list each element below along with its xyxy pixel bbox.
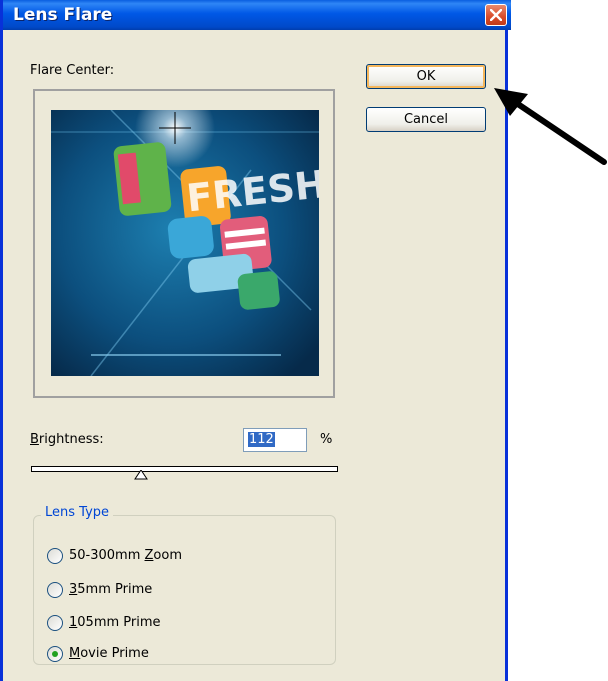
radio-circle[interactable] — [47, 646, 63, 662]
flare-preview-image[interactable]: FRESH — [51, 110, 319, 376]
radio-50-300mm-zoom[interactable]: 50-300mm Zoom — [47, 547, 347, 567]
percent-label: % — [320, 432, 333, 447]
radio-label: 105mm Prime — [69, 615, 161, 630]
radio-circle[interactable] — [47, 615, 63, 631]
flare-center-label: Flare Center: — [30, 63, 115, 78]
close-x-icon — [490, 9, 502, 21]
title-bar[interactable]: Lens Flare — [3, 0, 511, 30]
brightness-slider[interactable] — [31, 466, 338, 472]
radio-circle[interactable] — [47, 548, 63, 564]
radio-35mm-prime[interactable]: 35mm Prime — [47, 581, 347, 601]
lens-flare-dialog: Lens Flare Flare Center: FRESH OK Cancel… — [0, 0, 511, 681]
window-title: Lens Flare — [13, 5, 113, 25]
brightness-value: 112 — [248, 432, 275, 447]
close-button[interactable] — [485, 4, 507, 26]
cancel-button[interactable]: Cancel — [366, 107, 486, 132]
brightness-input[interactable]: 112 — [243, 428, 307, 452]
radio-circle[interactable] — [47, 582, 63, 598]
lens-type-legend: Lens Type — [41, 505, 114, 520]
radio-movie-prime[interactable]: Movie Prime — [47, 645, 347, 665]
ok-button[interactable]: OK — [366, 64, 486, 89]
brightness-label: Brightness: — [30, 432, 104, 447]
slider-thumb-icon[interactable] — [134, 470, 148, 480]
radio-105mm-prime[interactable]: 105mm Prime — [47, 614, 347, 634]
radio-selected-dot — [52, 651, 58, 657]
radio-label: 35mm Prime — [69, 582, 153, 597]
radio-label: 50-300mm Zoom — [69, 548, 182, 563]
radio-label: Movie Prime — [69, 646, 149, 661]
arrow-icon — [494, 88, 607, 165]
